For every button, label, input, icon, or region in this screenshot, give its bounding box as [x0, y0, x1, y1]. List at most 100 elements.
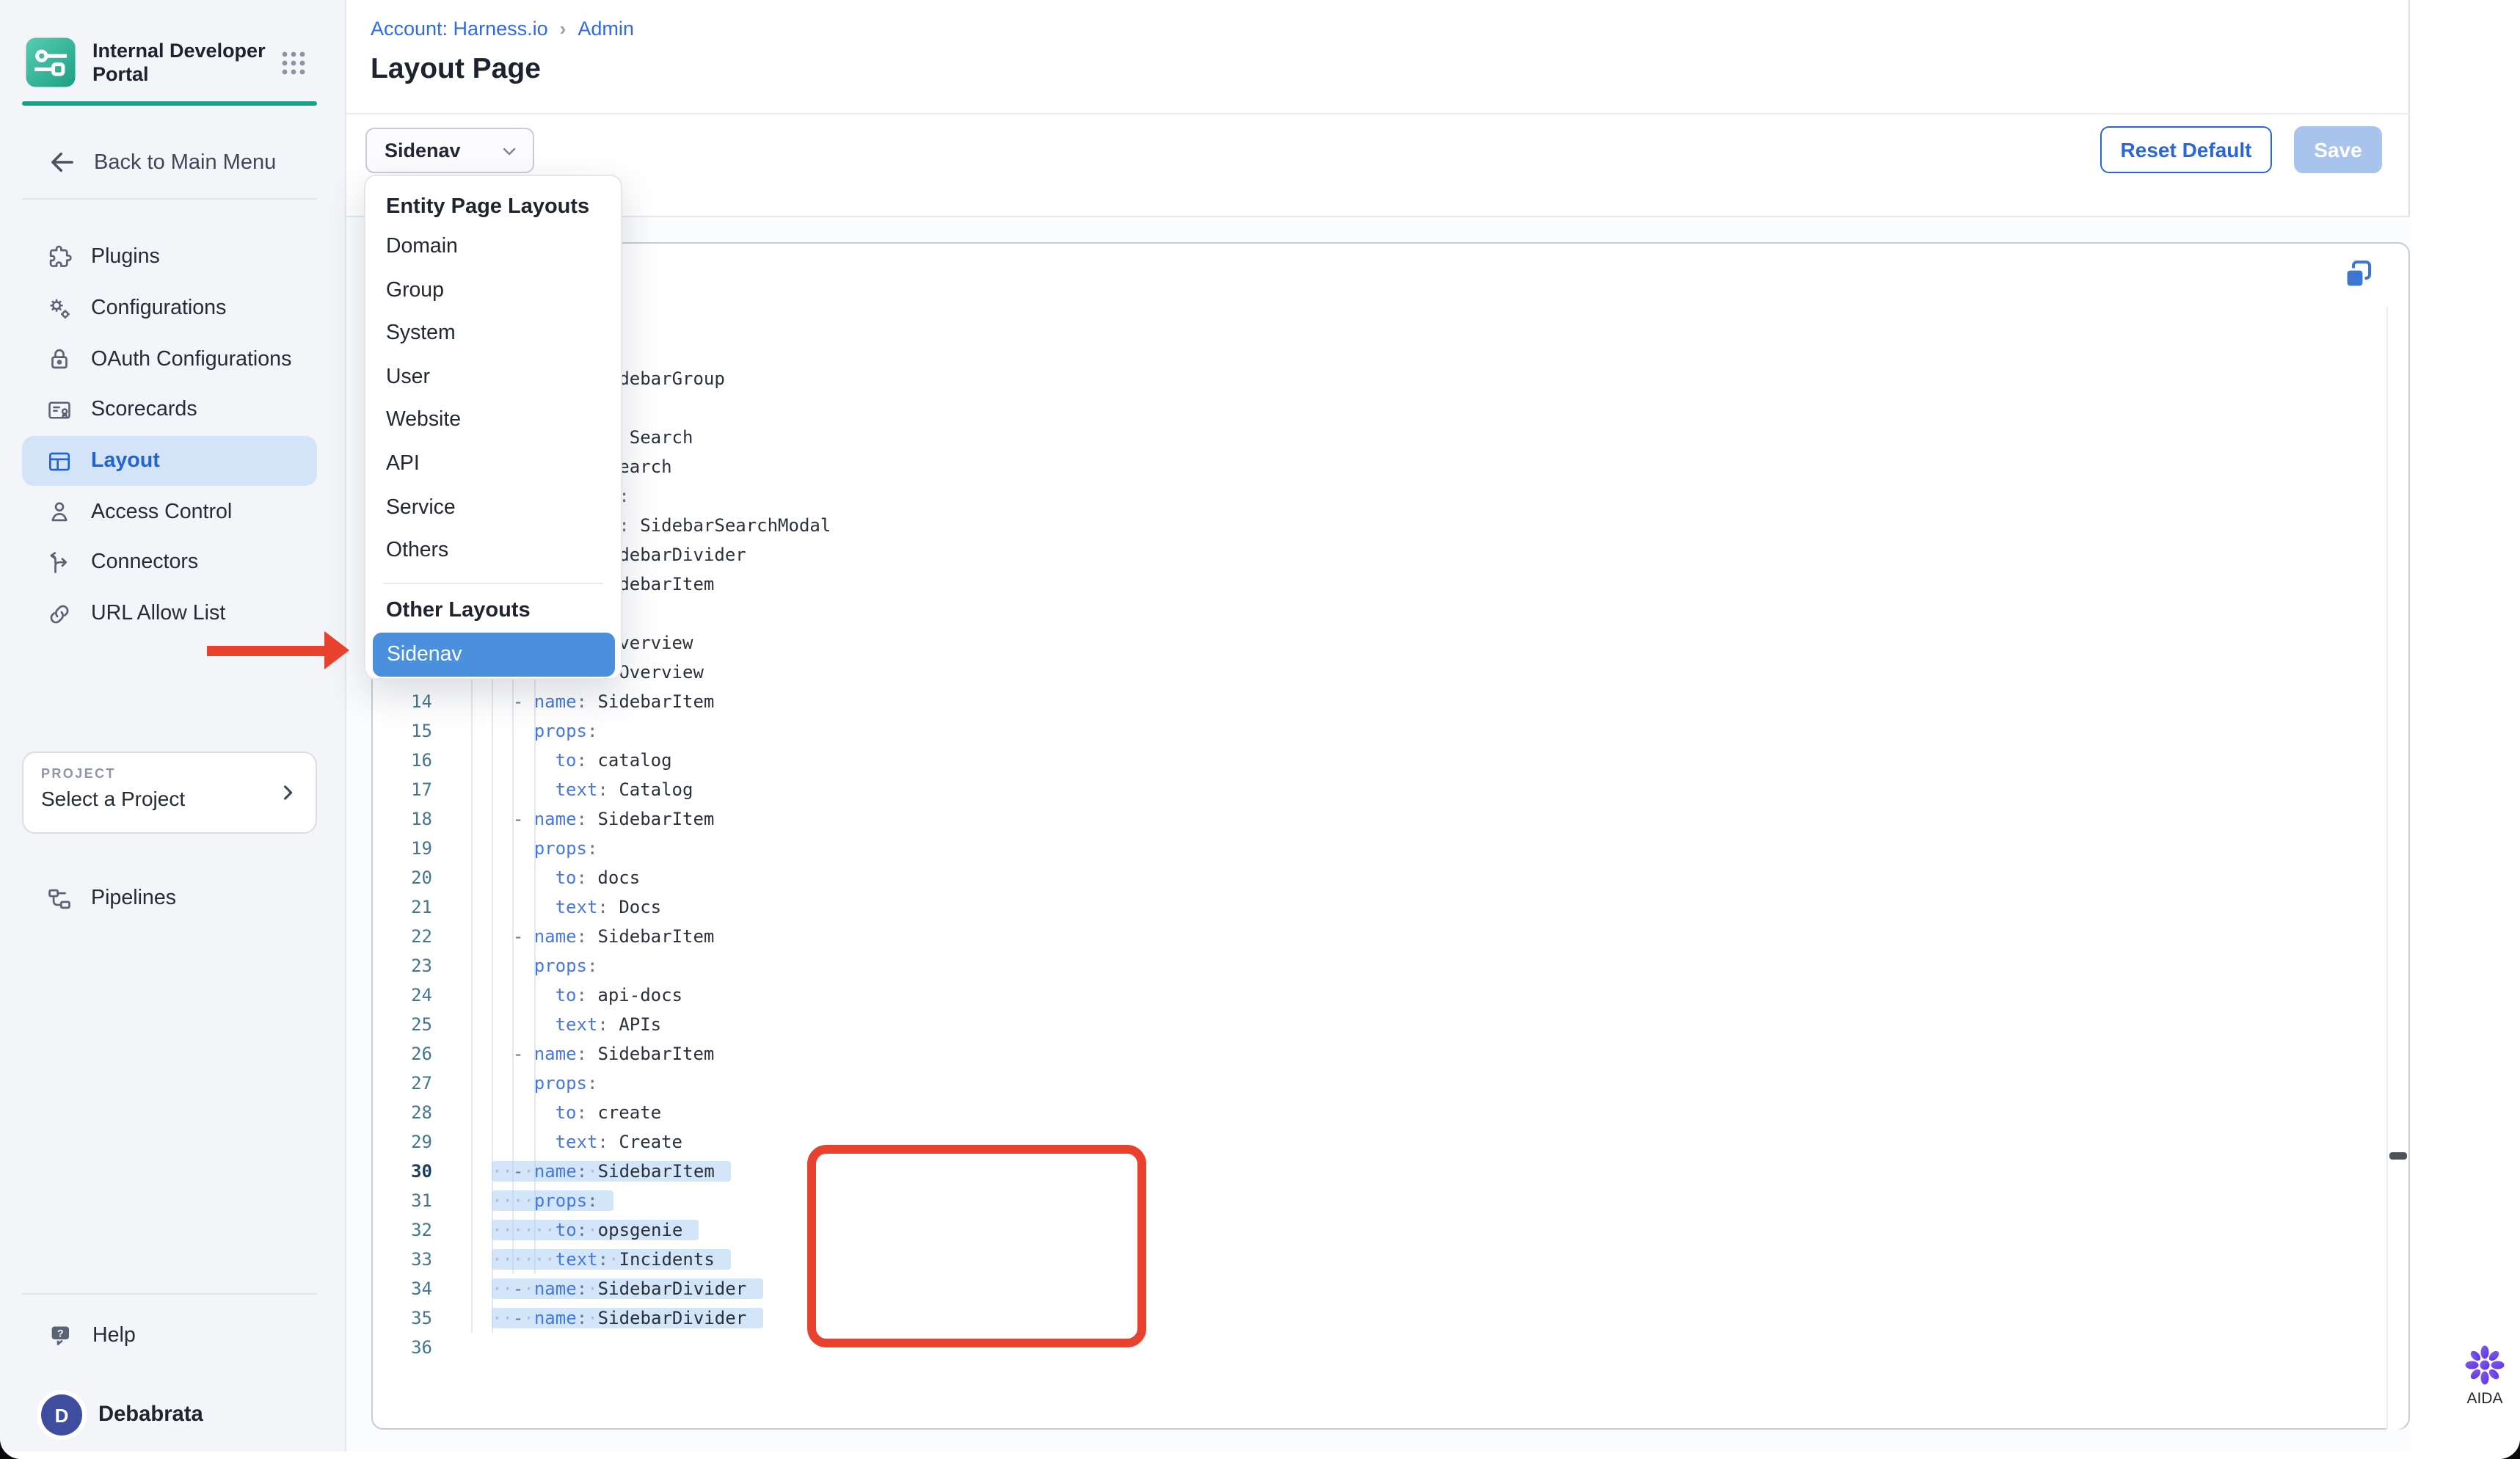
line-number: 36: [372, 1333, 432, 1362]
code-line[interactable]: ··-·name:·SidebarItem: [470, 1157, 831, 1186]
page-title: Layout Page: [371, 53, 541, 87]
breadcrumb-admin-link[interactable]: Admin: [578, 18, 634, 40]
back-to-main-menu[interactable]: Back to Main Menu: [47, 147, 276, 178]
sidebar-item-pipelines[interactable]: Pipelines: [22, 873, 317, 924]
reset-default-button[interactable]: Reset Default: [2100, 126, 2272, 173]
sidebar-divider-bottom: [22, 1293, 317, 1295]
code-line[interactable]: to: create: [470, 1098, 831, 1127]
line-number: 32: [372, 1215, 432, 1245]
back-arrow-icon: [47, 147, 78, 178]
menu-item-service[interactable]: Service: [365, 487, 621, 530]
sidebar-item-label: Layout: [91, 449, 160, 473]
brand: Internal Developer Portal: [25, 37, 266, 88]
right-gutter: [2410, 0, 2520, 1452]
toolbar-divider: [346, 216, 2410, 217]
user-name: Debabrata: [98, 1403, 203, 1427]
copy-icon[interactable]: [2340, 257, 2375, 292]
sidebar-item-label: Access Control: [91, 501, 232, 524]
code-line[interactable]: props:: [470, 716, 831, 746]
sidebar-item-access-control[interactable]: Access Control: [22, 487, 317, 537]
code-line[interactable]: ··-·name:·SidebarDivider: [470, 1274, 831, 1303]
person-icon: [45, 498, 73, 526]
editor-scrollbar-track[interactable]: [2386, 307, 2407, 1430]
sidebar-item-layout[interactable]: Layout: [22, 436, 317, 487]
help-button[interactable]: ? Help: [47, 1321, 136, 1350]
pipelines-icon: [45, 885, 73, 913]
line-number: 25: [372, 1010, 432, 1039]
menu-item-website[interactable]: Website: [365, 400, 621, 443]
app-grid-icon[interactable]: [280, 50, 307, 76]
code-line[interactable]: ····props:: [470, 1186, 831, 1215]
code-line[interactable]: - name: SidebarItem: [470, 922, 831, 951]
code-line[interactable]: props:: [470, 951, 831, 980]
line-number: 28: [372, 1098, 432, 1127]
line-number: 31: [372, 1186, 432, 1215]
menu-item-group[interactable]: Group: [365, 269, 621, 313]
app-title: Internal Developer Portal: [92, 39, 266, 86]
menu-item-others[interactable]: Others: [365, 530, 621, 573]
breadcrumb: Account: Harness.io › Admin: [371, 18, 634, 40]
breadcrumb-account-link[interactable]: Account: Harness.io: [371, 18, 548, 40]
save-button[interactable]: Save: [2294, 126, 2382, 173]
link-icon: [45, 600, 73, 627]
menu-item-domain[interactable]: Domain: [365, 226, 621, 269]
annotation-red-arrow-shaft: [207, 646, 326, 656]
code-line[interactable]: to: catalog: [470, 746, 831, 775]
line-number: 27: [372, 1069, 432, 1098]
code-line[interactable]: ······to:·opsgenie: [470, 1215, 831, 1245]
sidebar-item-label: Connectors: [91, 551, 198, 575]
line-number: 16: [372, 746, 432, 775]
sidebar-item-label: Scorecards: [91, 399, 197, 422]
chevron-down-icon: [500, 142, 518, 159]
line-number: 29: [372, 1127, 432, 1157]
sidebar-item-oauth-configurations[interactable]: OAuth Configurations: [22, 334, 317, 385]
code-line[interactable]: props:: [470, 834, 831, 863]
sidebar-item-plugins[interactable]: Plugins: [22, 232, 317, 283]
avatar: D: [41, 1394, 82, 1436]
menu-divider: [383, 583, 603, 584]
sidebar-item-url-allow-list[interactable]: URL Allow List: [22, 589, 317, 639]
menu-item-sidenav[interactable]: Sidenav: [372, 633, 614, 677]
aida-widget[interactable]: AIDA: [2450, 1343, 2520, 1408]
selection-highlight: ······to:·opsgenie: [492, 1220, 699, 1240]
sidebar-item-connectors[interactable]: Connectors: [22, 537, 317, 588]
selection-highlight: ··-·name:·SidebarItem: [492, 1161, 731, 1182]
code-line[interactable]: text: APIs: [470, 1010, 831, 1039]
code-line[interactable]: props:: [470, 1069, 831, 1098]
menu-group-header: Entity Page Layouts: [365, 188, 621, 226]
layout-select[interactable]: Sidenav: [365, 128, 534, 173]
code-line[interactable]: - name: SidebarItem: [470, 687, 831, 716]
menu-item-api[interactable]: API: [365, 443, 621, 487]
menu-group-1: DomainGroupSystemUserWebsiteAPIServiceOt…: [365, 226, 621, 574]
layout-select-menu: Entity Page Layouts DomainGroupSystemUse…: [364, 175, 622, 680]
aida-flower-icon: [2466, 1346, 2505, 1385]
editor-scrollbar-thumb[interactable]: [2389, 1152, 2406, 1160]
breadcrumb-separator-icon: ›: [560, 18, 567, 40]
aida-label: AIDA: [2450, 1390, 2520, 1408]
scorecard-icon: [45, 396, 73, 424]
code-line[interactable]: to: docs: [470, 863, 831, 892]
line-number: 24: [372, 980, 432, 1010]
code-line[interactable]: text: Catalog: [470, 775, 831, 804]
line-number: 23: [372, 951, 432, 980]
line-number: 15: [372, 716, 432, 746]
code-line[interactable]: - name: SidebarItem: [470, 804, 831, 834]
menu-item-user[interactable]: User: [365, 357, 621, 400]
user-menu[interactable]: D Debabrata: [41, 1394, 203, 1436]
code-line[interactable]: - name: SidebarItem: [470, 1039, 831, 1069]
code-line[interactable]: text: Docs: [470, 892, 831, 922]
sidebar-item-label: OAuth Configurations: [91, 347, 291, 371]
menu-item-system[interactable]: System: [365, 313, 621, 356]
code-line[interactable]: to: api-docs: [470, 980, 831, 1010]
code-line[interactable]: [470, 1333, 831, 1362]
sidebar-nav-secondary: Pipelines: [22, 873, 317, 924]
sidebar-item-scorecards[interactable]: Scorecards: [22, 385, 317, 435]
line-number: 33: [372, 1245, 432, 1274]
code-line[interactable]: ··-·name:·SidebarDivider: [470, 1303, 831, 1333]
code-line[interactable]: text: Create: [470, 1127, 831, 1157]
sidebar-nav: PluginsConfigurations OAuth Configuration…: [22, 232, 317, 639]
sidebar-item-configurations[interactable]: Configurations: [22, 283, 317, 333]
project-selector[interactable]: PROJECT Select a Project: [22, 752, 317, 834]
code-line[interactable]: ······text:·Incidents: [470, 1245, 831, 1274]
layout-icon: [45, 447, 73, 475]
